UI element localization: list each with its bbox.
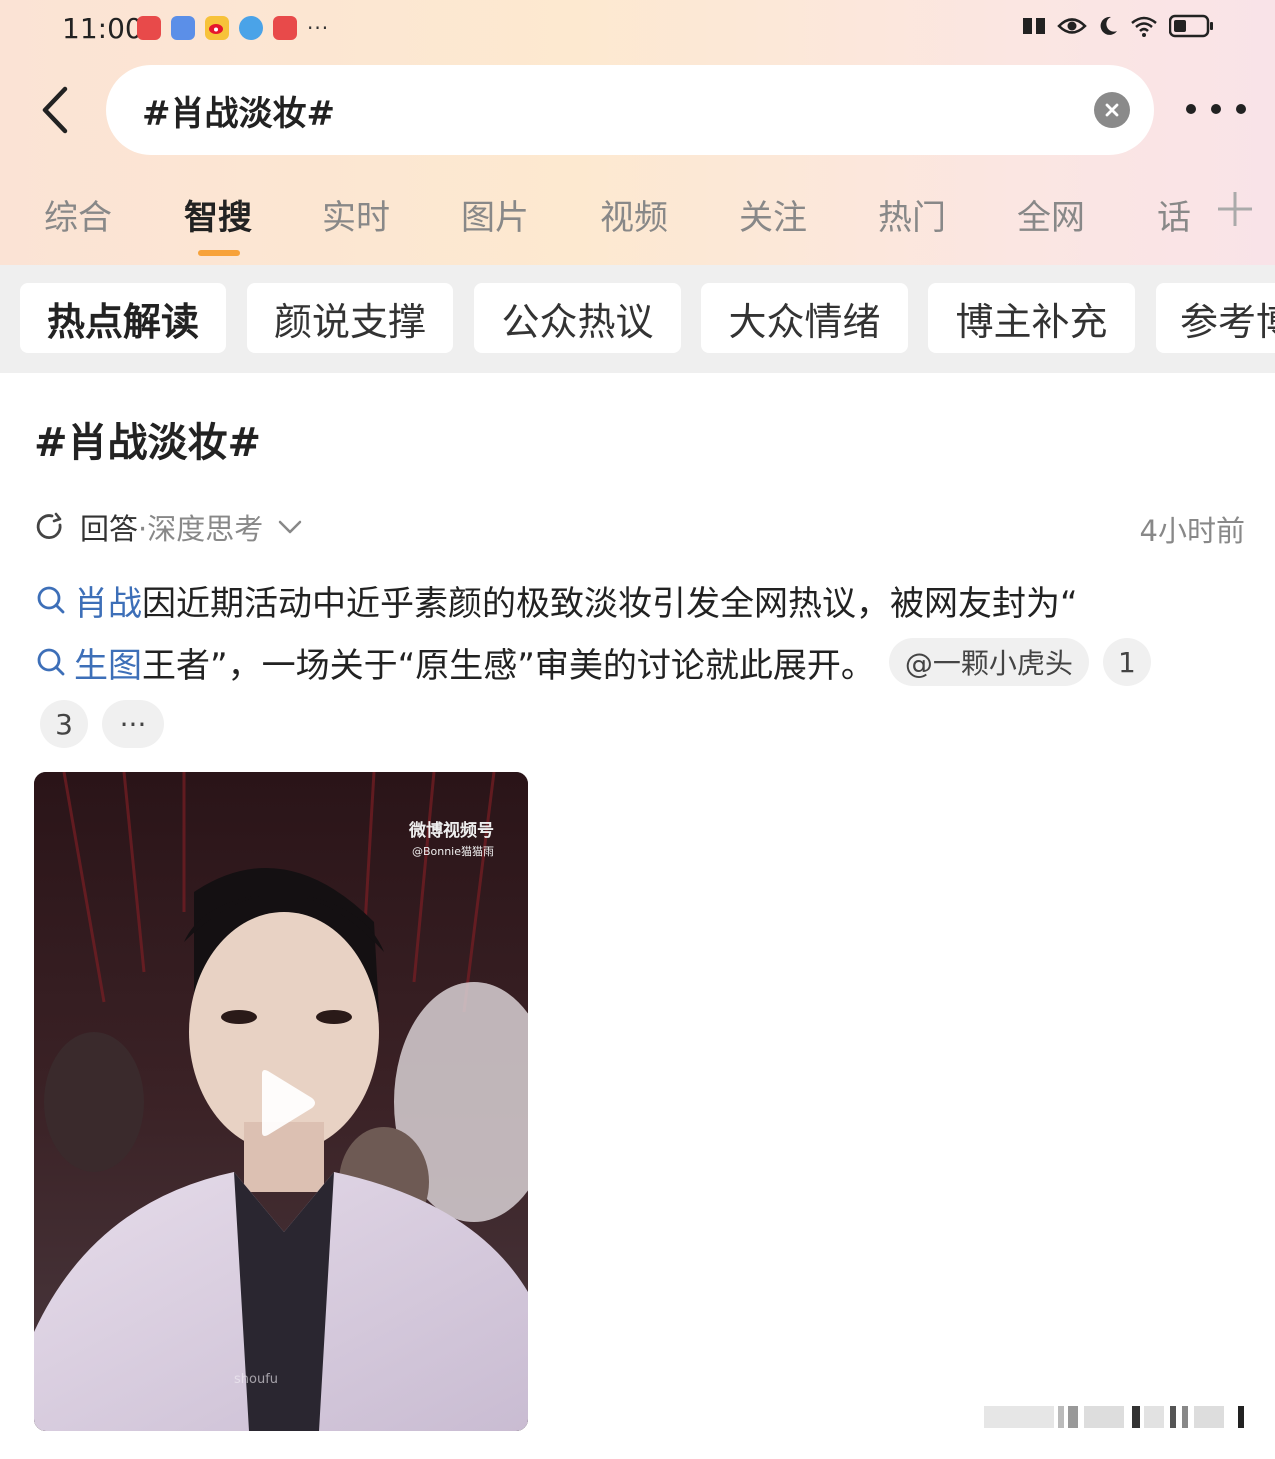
tab-video[interactable]: 视频: [600, 190, 668, 239]
reading-mode-icon: [1023, 18, 1045, 34]
chip-public-discussion[interactable]: 公众热议: [474, 283, 681, 353]
tab-smart-search[interactable]: 智搜: [184, 190, 252, 239]
search-icon: [37, 586, 65, 614]
keyword-link[interactable]: 肖战: [74, 576, 142, 625]
more-references-button[interactable]: ···: [102, 700, 164, 748]
topic-chips: 热点解读 颜说支撑 公众热议 大众情绪 博主补充 参考博: [0, 265, 1275, 373]
watermark-author: @Bonnie猫猫雨: [411, 845, 494, 858]
tab-comprehensive[interactable]: 综合: [44, 190, 112, 239]
answer-paragraph-line: 3 ···: [40, 699, 164, 749]
dot-icon: [1236, 104, 1246, 114]
more-options-button[interactable]: [1186, 94, 1246, 124]
tab-following[interactable]: 关注: [739, 190, 807, 239]
video-watermark: 微博视频号 @Bonnie猫猫雨: [409, 816, 494, 859]
answer-paragraph-line: 生图 王者”，一场关于“原生感”审美的讨论就此展开。 @一颗小虎头 1: [34, 637, 1151, 687]
app-red-icon: [137, 16, 161, 40]
answer-label: 回答: [80, 512, 139, 546]
chip-hot-interpretation[interactable]: 热点解读: [20, 283, 226, 353]
status-time: 11:00: [62, 12, 143, 45]
active-tab-indicator: [198, 250, 240, 256]
dot-icon: [1211, 104, 1221, 114]
answer-meta: 回答 ·深度思考: [34, 507, 303, 547]
clear-search-button[interactable]: [1094, 92, 1130, 128]
weibo-icon: [205, 16, 229, 40]
search-icon: [37, 648, 65, 676]
reference-badge[interactable]: 1: [1102, 638, 1151, 686]
add-tab-icon[interactable]: [1212, 186, 1258, 232]
play-icon[interactable]: [256, 1068, 316, 1138]
chip-blogger-supplement[interactable]: 博主补充: [928, 283, 1135, 353]
chevron-down-icon[interactable]: [277, 518, 303, 536]
close-icon: [1105, 103, 1119, 117]
tab-topics[interactable]: 话: [1157, 190, 1191, 239]
chip-public-sentiment[interactable]: 大众情绪: [701, 283, 908, 353]
system-icons: [1021, 14, 1215, 38]
keyword-link[interactable]: 生图: [74, 638, 142, 687]
source-mention[interactable]: @一颗小虎头: [888, 638, 1089, 686]
watermark-bars: [984, 1406, 1244, 1428]
notification-icons: ···: [137, 16, 329, 40]
answer-text: 王者”，一场关于“原生感”审美的讨论就此展开。: [142, 645, 875, 686]
search-row: [0, 64, 1275, 158]
search-input[interactable]: [142, 87, 1042, 133]
search-box: [106, 65, 1154, 155]
chip-looks-support[interactable]: 颜说支撑: [247, 283, 453, 353]
browser-icon: [239, 16, 263, 40]
battery-icon: [1169, 14, 1213, 38]
answer-paragraph-line: 肖战 因近期活动中近乎素颜的极致淡妆引发全网热议，被网友封为“: [34, 575, 1078, 625]
app-blue-icon: [171, 16, 195, 40]
tab-web[interactable]: 全网: [1017, 190, 1085, 239]
eye-icon: [1057, 18, 1087, 34]
status-bar: 11:00 ···: [0, 0, 1275, 60]
tab-hot[interactable]: 热门: [878, 190, 946, 239]
dot-icon: [1186, 104, 1196, 114]
app-red-icon: [273, 16, 297, 40]
answer-mode: ·深度思考: [138, 512, 264, 546]
back-button[interactable]: [30, 82, 78, 138]
answer-text: 因近期活动中近乎素颜的极致淡妆引发全网热议，被网友封为“: [142, 583, 1078, 624]
moon-icon: [1100, 16, 1117, 35]
reference-badge[interactable]: 3: [40, 700, 88, 748]
timestamp: 4小时前: [1139, 514, 1245, 548]
wifi-icon: [1131, 16, 1157, 37]
search-tabs: 综合 智搜 实时 图片 视频 关注 热门 全网 话: [0, 184, 1275, 256]
refresh-answer-icon[interactable]: [34, 511, 66, 543]
notification-overflow: ···: [307, 16, 330, 40]
bottom-watermark: shoufu: [234, 1372, 279, 1387]
back-arrow-icon: [42, 86, 68, 134]
page-title: #肖战淡妆#: [34, 420, 262, 466]
tab-images[interactable]: 图片: [461, 190, 529, 239]
watermark-source: 微博视频号: [409, 821, 494, 841]
chip-reference-blogs[interactable]: 参考博: [1156, 283, 1275, 353]
tab-realtime[interactable]: 实时: [322, 190, 390, 239]
video-thumbnail[interactable]: 微博视频号 @Bonnie猫猫雨 shoufu: [34, 772, 528, 1431]
header-area: 11:00 ··· #肖战淡妆# 综合 智搜 实时 图片 视频 关注 热门 全网…: [0, 0, 1275, 265]
